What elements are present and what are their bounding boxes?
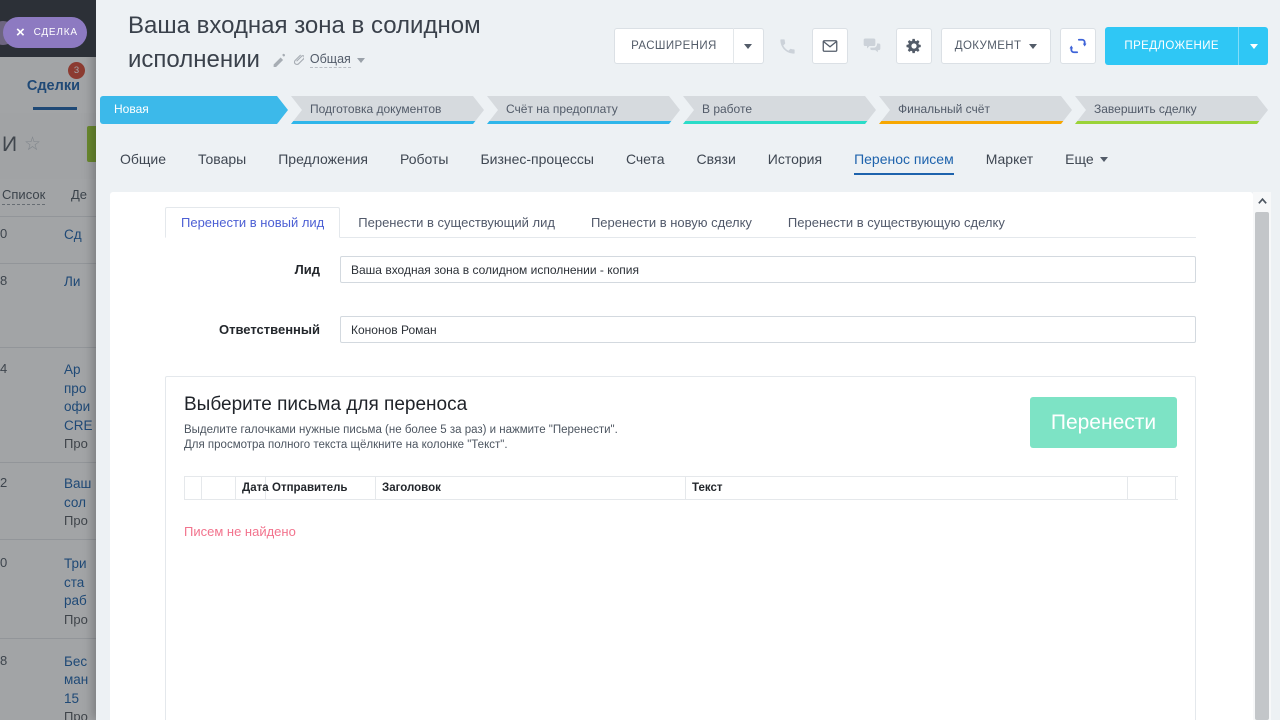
scrollbar-up-arrow[interactable] bbox=[1253, 192, 1271, 210]
column-actions bbox=[1128, 477, 1176, 499]
transfer-subtabs: Перенести в новый лид Перенести в сущест… bbox=[165, 207, 1196, 238]
phone-icon bbox=[780, 38, 795, 54]
stage-new[interactable]: Новая bbox=[100, 96, 288, 124]
tab-robots[interactable]: Роботы bbox=[400, 140, 448, 178]
edit-pencil-icon[interactable] bbox=[271, 53, 285, 67]
category-selector[interactable]: Общая bbox=[309, 52, 351, 68]
mail-select-section: Выберите письма для переноса Выделите га… bbox=[165, 376, 1196, 720]
phone-button[interactable] bbox=[773, 28, 803, 64]
tab-history[interactable]: История bbox=[768, 140, 822, 178]
link-paperclip-icon[interactable] bbox=[291, 54, 304, 67]
stage-prepayment-invoice[interactable]: Счёт на предоплату bbox=[487, 96, 680, 124]
transfer-button[interactable]: Перенести bbox=[1030, 397, 1177, 448]
deal-slider-pill[interactable]: × СДЕЛКА bbox=[3, 17, 87, 48]
deal-slider-panel: Ваша входная зона в солидном исполнении … bbox=[96, 0, 1280, 720]
responsible-input[interactable] bbox=[340, 316, 1196, 343]
mail-transfer-card: Перенести в новый лид Перенести в сущест… bbox=[110, 192, 1253, 720]
stage-docs-preparation[interactable]: Подготовка документов bbox=[291, 96, 484, 124]
document-button[interactable]: ДОКУМЕНТ bbox=[940, 28, 1052, 64]
extensions-split-button[interactable]: РАСШИРЕНИЯ bbox=[614, 28, 764, 64]
chat-bubbles-icon bbox=[863, 38, 881, 53]
sync-arrows-icon bbox=[1069, 38, 1087, 54]
column-subject: Заголовок bbox=[376, 477, 686, 499]
deal-title-line2: исполнении bbox=[128, 46, 260, 73]
extensions-dropdown-button[interactable] bbox=[732, 28, 763, 64]
offer-split-button[interactable]: ПРЕДЛОЖЕНИЕ bbox=[1105, 27, 1268, 65]
column-sender: Отправитель bbox=[266, 477, 376, 499]
envelope-icon bbox=[822, 40, 838, 52]
chevron-down-icon bbox=[1029, 43, 1038, 49]
mail-table-header: Дата Отправитель Заголовок Текст bbox=[184, 476, 1178, 500]
sync-button[interactable] bbox=[1060, 28, 1097, 64]
header-toolbar: РАСШИРЕНИЯ ДОКУМЕНТ ПРЕДЛОЖЕНИЕ bbox=[614, 27, 1268, 65]
tab-market[interactable]: Маркет bbox=[986, 140, 1033, 178]
background-page: × СДЕЛКА Сделки 3 И ☆ Список Де 0 Сд 8 Л… bbox=[0, 0, 96, 720]
deal-tabs: Общие Товары Предложения Роботы Бизнес-п… bbox=[120, 140, 1260, 178]
tab-products[interactable]: Товары bbox=[198, 140, 246, 178]
gear-icon bbox=[906, 38, 921, 54]
chevron-down-icon[interactable] bbox=[356, 57, 365, 63]
subtab-new-deal[interactable]: Перенести в новую сделку bbox=[573, 207, 770, 237]
column-text: Текст bbox=[686, 477, 1128, 499]
panel-header: Ваша входная зона в солидном исполнении … bbox=[96, 0, 1280, 92]
extensions-button-label[interactable]: РАСШИРЕНИЯ bbox=[615, 40, 733, 52]
deal-title: Ваша входная зона в солидном исполнении … bbox=[128, 9, 481, 77]
email-button[interactable] bbox=[811, 28, 848, 64]
responsible-field-label: Ответственный bbox=[219, 322, 320, 337]
tab-relations[interactable]: Связи bbox=[697, 140, 736, 178]
mail-section-description: Выделите галочками нужные письма (не бол… bbox=[184, 424, 618, 451]
deal-title-line1: Ваша входная зона в солидном bbox=[128, 12, 481, 39]
deal-stage-bar: Новая Подготовка документов Счёт на пред… bbox=[100, 96, 1268, 124]
column-checkbox bbox=[184, 477, 202, 499]
subtab-existing-lead[interactable]: Перенести в существующий лид bbox=[340, 207, 573, 237]
background-topbar: × СДЕЛКА bbox=[0, 0, 96, 57]
tab-quotes[interactable]: Предложения bbox=[278, 140, 368, 178]
tab-general[interactable]: Общие bbox=[120, 140, 166, 178]
column-attachment bbox=[202, 477, 236, 499]
tab-more[interactable]: Еще bbox=[1065, 140, 1108, 178]
chat-button[interactable] bbox=[857, 28, 887, 64]
dim-overlay[interactable] bbox=[0, 57, 96, 720]
stage-close-deal[interactable]: Завершить сделку bbox=[1075, 96, 1268, 124]
lead-input[interactable] bbox=[340, 256, 1196, 283]
tab-business-processes[interactable]: Бизнес-процессы bbox=[480, 140, 593, 178]
document-button-label: ДОКУМЕНТ bbox=[954, 40, 1022, 52]
chevron-down-icon bbox=[1099, 156, 1108, 162]
column-date: Дата bbox=[236, 477, 269, 499]
stage-final-invoice[interactable]: Финальный счёт bbox=[879, 96, 1072, 124]
settings-button[interactable] bbox=[895, 28, 932, 64]
stage-in-progress[interactable]: В работе bbox=[683, 96, 876, 124]
empty-mail-message: Писем не найдено bbox=[184, 524, 296, 539]
offer-dropdown-button[interactable] bbox=[1238, 27, 1268, 65]
panel-scrollbar[interactable] bbox=[1253, 192, 1271, 720]
mail-section-heading: Выберите письма для переноса bbox=[184, 394, 468, 415]
subtab-existing-deal[interactable]: Перенести в существующую сделку bbox=[770, 207, 1023, 237]
close-icon[interactable]: × bbox=[16, 25, 26, 40]
transfer-form: Лид Ответственный bbox=[165, 256, 1196, 343]
subtab-new-lead[interactable]: Перенести в новый лид bbox=[165, 207, 341, 238]
deal-pill-label: СДЕЛКА bbox=[33, 27, 78, 38]
tab-mail-transfer[interactable]: Перенос писем bbox=[854, 140, 954, 178]
tab-invoices[interactable]: Счета bbox=[626, 140, 665, 178]
offer-button-label[interactable]: ПРЕДЛОЖЕНИЕ bbox=[1105, 40, 1238, 52]
lead-field-label: Лид bbox=[294, 262, 320, 277]
scrollbar-thumb[interactable] bbox=[1255, 212, 1269, 720]
